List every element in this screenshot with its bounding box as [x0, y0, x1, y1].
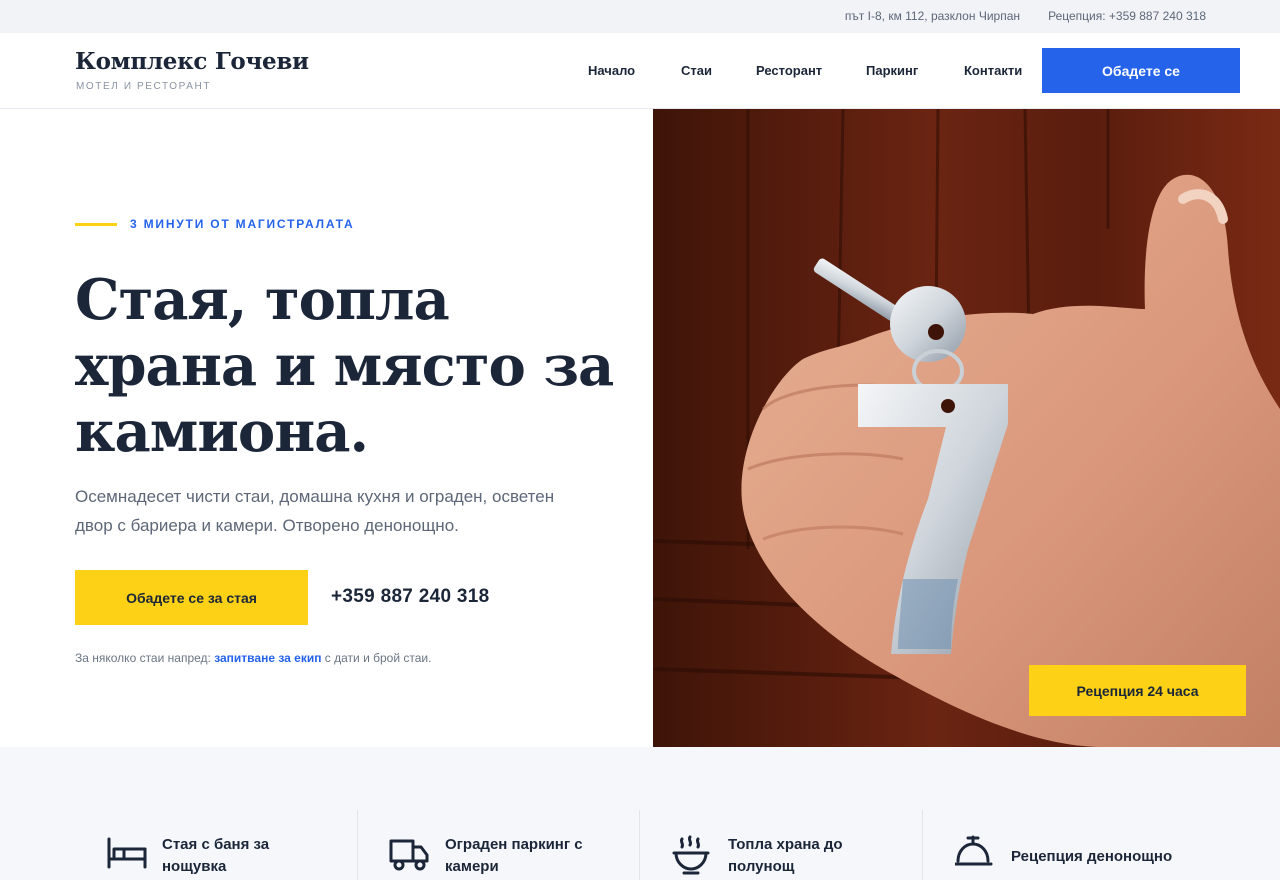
- group-booking-note: За няколко стаи напред: запитване за еки…: [75, 651, 431, 665]
- top-info-bar: път I-8, км 112, разклон Чирпан Рецепция…: [0, 0, 1280, 33]
- feature-divider: [922, 810, 923, 880]
- reception-phone[interactable]: Рецепция: +359 887 240 318: [1048, 9, 1206, 23]
- address-text: път I-8, км 112, разклон Чирпан: [844, 9, 1020, 23]
- call-button[interactable]: Обадете се: [1042, 48, 1240, 93]
- truck-icon: [389, 839, 429, 871]
- bell-icon: [955, 835, 993, 866]
- feature-room-label: Стая с баня за нощувка: [162, 836, 270, 875]
- bed-icon: [107, 837, 147, 869]
- nav-item-contacts[interactable]: Контакти: [964, 63, 1022, 78]
- hero-photo: Рецепция 24 часа: [653, 109, 1280, 747]
- features-strip: Стая с баня за нощувка Ограден паркинг с…: [0, 747, 1280, 880]
- hero-phone-link[interactable]: +359 887 240 318: [331, 586, 490, 608]
- feature-parking-label: Ограден паркинг с камери: [445, 836, 583, 875]
- key-in-hand-illustration: [653, 109, 1280, 747]
- feature-divider: [639, 810, 640, 880]
- nav-item-restaurant[interactable]: Ресторант: [756, 63, 822, 78]
- call-for-room-button[interactable]: Обадете се за стая: [75, 570, 308, 625]
- reception-24h-badge: Рецепция 24 часа: [1029, 665, 1246, 716]
- note-suffix: с дати и брой стаи.: [321, 651, 432, 665]
- nav-item-rooms[interactable]: Стаи: [681, 63, 712, 78]
- bowl-icon: [672, 835, 710, 875]
- logo-title[interactable]: Комплекс Гочеви: [75, 48, 309, 75]
- group-inquiry-link[interactable]: запитване за екип: [214, 651, 321, 665]
- note-prefix: За няколко стаи напред:: [75, 651, 215, 665]
- feature-food-label: Топла храна до полунощ: [728, 836, 843, 875]
- site-header: Комплекс Гочеви МОТЕЛ И РЕСТОРАНТ Начало…: [0, 33, 1280, 109]
- hero-title: Стая, топла храна и място за камиона.: [75, 267, 614, 465]
- hero-eyebrow: 3 МИНУТИ ОТ МАГИСТРАЛАТА: [130, 217, 355, 231]
- hero-description: Осемнадесет чисти стаи, домашна кухня и …: [75, 487, 555, 535]
- feature-reception-label: Рецепция денонощно: [1011, 848, 1173, 865]
- nav-item-home[interactable]: Начало: [588, 63, 635, 78]
- nav-item-parking[interactable]: Паркинг: [866, 63, 918, 78]
- feature-divider: [357, 810, 358, 880]
- eyebrow-accent-line: [75, 223, 117, 226]
- logo-subtitle: МОТЕЛ И РЕСТОРАНТ: [76, 81, 212, 92]
- hero-text-panel: 3 МИНУТИ ОТ МАГИСТРАЛАТА Стая, топла хра…: [0, 109, 653, 747]
